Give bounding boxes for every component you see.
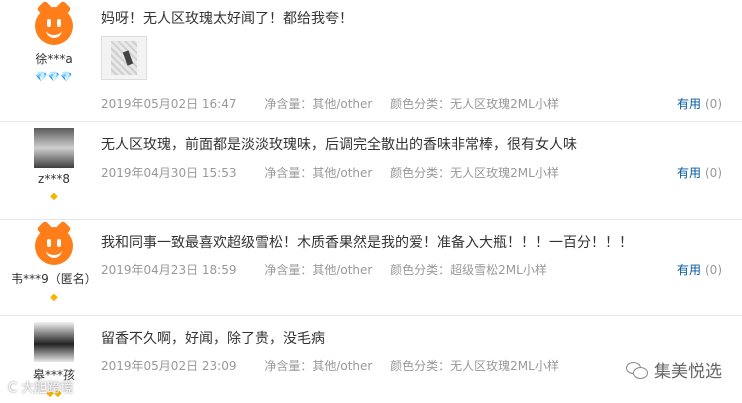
username: 徐***a xyxy=(35,52,73,66)
review-meta: 2019年05月02日 23:09 净含量：其他/other 颜色分类：无人区玫… xyxy=(101,357,573,374)
review-text: 妈呀！无人区玫瑰太好闻了！都给我夸！ xyxy=(101,11,353,27)
review-volume: 净含量：其他/other xyxy=(264,263,373,277)
orange-mascot-icon xyxy=(35,220,73,265)
review-volume: 净含量：其他/other xyxy=(264,359,373,373)
watermark-left: C 大胆跨境 xyxy=(8,381,74,396)
avatar[interactable] xyxy=(34,220,74,266)
useful-button[interactable]: 有用 (0) xyxy=(677,164,722,181)
username: z***8 xyxy=(38,172,70,186)
review-color: 颜色分类：无人区玫瑰2ML小样 xyxy=(390,166,559,180)
member-level-badge: 💎💎💎 xyxy=(35,72,73,83)
review-image-thumbnail[interactable] xyxy=(101,36,147,80)
member-level-badge: ◆ xyxy=(50,292,58,303)
review-color: 颜色分类：超级雪松2ML小样 xyxy=(390,263,547,277)
useful-button[interactable]: 有用 (0) xyxy=(677,95,722,112)
review-item: z***8 ◆ 无人区玫瑰，前面都是淡淡玫瑰味，后调完全散出的香味非常棒，很有女… xyxy=(0,122,742,220)
useful-count: (0) xyxy=(705,97,722,111)
watermark-text: 集美悦选 xyxy=(654,362,722,382)
user-info: z***8 ◆ xyxy=(18,128,90,202)
member-level-badge: ◆ xyxy=(50,191,58,202)
avatar[interactable] xyxy=(34,128,74,168)
avatar[interactable] xyxy=(34,322,74,362)
review-text: 无人区玫瑰，前面都是淡淡玫瑰味，后调完全散出的香味非常棒，很有女人味 xyxy=(101,137,577,153)
review-text: 留香不久啊，好闻，除了贵，没毛病 xyxy=(101,331,325,347)
wechat-icon xyxy=(626,361,648,379)
user-info: 徐***a 💎💎💎 xyxy=(18,0,90,83)
watermark-right: 集美悦选 xyxy=(626,357,722,382)
review-meta: 2019年04月23日 18:59 净含量：其他/other 颜色分类：超级雪松… xyxy=(101,261,561,278)
review-meta: 2019年04月30日 15:53 净含量：其他/other 颜色分类：无人区玫… xyxy=(101,164,573,181)
review-color: 颜色分类：无人区玫瑰2ML小样 xyxy=(390,359,559,373)
review-text: 我和同事一致最喜欢超级雪松！木质香果然是我的爱！准备入大瓶！！！一百分！！！ xyxy=(101,235,633,251)
review-volume: 净含量：其他/other xyxy=(264,97,373,111)
user-info: 韦***9（匿名） ◆ xyxy=(8,220,100,303)
useful-count: (0) xyxy=(705,263,722,277)
useful-button[interactable]: 有用 (0) xyxy=(677,261,722,278)
review-meta: 2019年05月02日 16:47 净含量：其他/other 颜色分类：无人区玫… xyxy=(101,95,573,112)
orange-mascot-icon xyxy=(35,0,73,45)
review-item: 徐***a 💎💎💎 妈呀！无人区玫瑰太好闻了！都给我夸！ 2019年05月02日… xyxy=(0,0,742,122)
review-date: 2019年04月23日 18:59 xyxy=(101,263,237,277)
username: 韦***9（匿名） xyxy=(11,272,97,286)
useful-count: (0) xyxy=(705,166,722,180)
review-item: 韦***9（匿名） ◆ 我和同事一致最喜欢超级雪松！木质香果然是我的爱！准备入大… xyxy=(0,220,742,316)
review-date: 2019年05月02日 23:09 xyxy=(101,359,237,373)
avatar[interactable] xyxy=(34,0,74,46)
review-date: 2019年05月02日 16:47 xyxy=(101,97,237,111)
review-volume: 净含量：其他/other xyxy=(264,166,373,180)
review-color: 颜色分类：无人区玫瑰2ML小样 xyxy=(390,97,559,111)
review-date: 2019年04月30日 15:53 xyxy=(101,166,237,180)
